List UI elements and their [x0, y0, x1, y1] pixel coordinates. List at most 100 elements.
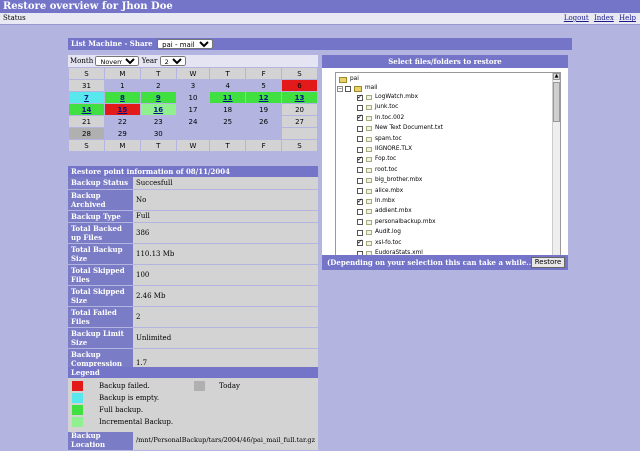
file-checkbox[interactable] — [357, 113, 363, 122]
file-label: Audit.log — [375, 229, 401, 236]
file-item[interactable]: New Text Document.txt — [357, 124, 443, 133]
file-icon — [366, 219, 372, 225]
file-icon — [366, 230, 372, 236]
file-checkbox[interactable] — [357, 197, 363, 206]
calendar-day-link[interactable]: 13 — [295, 94, 305, 102]
calendar-day-link[interactable]: 12 — [259, 94, 269, 102]
year-select[interactable]: 2004 — [159, 56, 186, 66]
file-checkbox[interactable] — [357, 188, 363, 195]
info-value: Unlimited — [132, 327, 318, 349]
file-item[interactable]: personalbackup.mbx — [357, 218, 436, 227]
file-item[interactable]: root.toc — [357, 166, 397, 175]
file-item[interactable]: In.toc.002 — [357, 113, 404, 123]
calendar-day-link[interactable]: 16 — [153, 106, 163, 114]
calendar-day: 4 — [210, 80, 246, 91]
file-checkbox[interactable] — [357, 177, 363, 184]
restore-hint: (Depending on your selection this can ta… — [327, 258, 537, 267]
calendar-day-header: W — [176, 68, 210, 79]
calendar-day[interactable]: 7 — [69, 92, 104, 103]
file-checkbox[interactable] — [357, 208, 363, 215]
calendar-day: 18 — [210, 104, 246, 115]
calendar-day[interactable]: 13 — [282, 92, 317, 103]
file-item[interactable]: Junk.toc — [357, 103, 398, 112]
calendar-day: 17 — [176, 104, 210, 115]
file-checkbox[interactable] — [357, 238, 363, 247]
scroll-thumb[interactable] — [553, 82, 560, 122]
file-checkbox[interactable] — [357, 104, 363, 111]
legend-item-today: Today — [194, 381, 240, 391]
file-checkbox[interactable] — [357, 125, 363, 132]
legend-panel: Legend Backup failed. Backup is empty. F… — [68, 367, 318, 432]
calendar-day-link[interactable]: 14 — [82, 106, 92, 114]
file-checkbox[interactable] — [357, 155, 363, 164]
calendar-day: 22 — [104, 116, 140, 127]
file-label: Junk.toc — [375, 104, 399, 111]
info-key: Backup Limit Size — [68, 327, 133, 349]
info-key: Total Skipped Size — [68, 285, 133, 307]
file-icon — [366, 209, 372, 215]
calendar-day — [176, 128, 210, 139]
file-icon — [366, 105, 372, 111]
file-checkbox[interactable] — [357, 136, 363, 143]
file-item[interactable]: big_brother.mbx — [357, 176, 422, 185]
file-item[interactable]: spam.toc — [357, 135, 402, 144]
info-row: Backup Type Full — [68, 210, 318, 223]
file-item[interactable]: Fop.toc — [357, 155, 396, 164]
file-icon — [366, 199, 372, 204]
tree-root-label: pai — [350, 76, 359, 82]
calendar-day: 24 — [176, 116, 210, 127]
machine-share-select[interactable]: pai - mail — [157, 39, 214, 49]
tree-scrollbar[interactable]: ▲ ▼ — [552, 73, 560, 262]
list-machine-label: List Machine - Share — [71, 39, 153, 48]
tree-root[interactable]: pai — [339, 75, 359, 84]
help-link[interactable]: Help — [619, 14, 636, 22]
calendar-day-link[interactable]: 8 — [120, 94, 125, 102]
calendar-week-row: 21 22 23 24 25 26 27 — [69, 116, 317, 127]
file-icon — [366, 240, 372, 246]
info-key: Backup Type — [68, 210, 133, 223]
calendar-day-header: M — [104, 68, 140, 79]
file-label: big_brother.mbx — [375, 177, 423, 184]
file-item[interactable]: LogWatch.mbx — [357, 93, 418, 102]
file-item[interactable]: In.mbx — [357, 197, 395, 206]
legend-swatch-failed — [72, 381, 83, 391]
month-select[interactable]: November — [95, 56, 140, 66]
file-item[interactable]: IIGNORE.TLX — [357, 145, 412, 154]
file-label: In.mbx — [375, 198, 395, 204]
folder-checkbox[interactable] — [345, 85, 351, 92]
calendar-day-link[interactable]: 11 — [223, 94, 233, 102]
file-checkbox[interactable] — [357, 229, 363, 236]
index-link[interactable]: Index — [594, 14, 614, 22]
calendar-day[interactable]: 11 — [210, 92, 246, 103]
file-selector-panel: Select files/folders to restore pai − mai… — [322, 55, 568, 270]
file-item[interactable]: xsl-fo.toc — [357, 238, 402, 248]
info-row: Backup Archived No — [68, 189, 318, 211]
file-checkbox[interactable] — [357, 146, 363, 153]
calendar-day[interactable]: 12 — [246, 92, 282, 103]
calendar-day-link[interactable]: 15 — [118, 106, 128, 114]
file-checkbox[interactable] — [357, 219, 363, 226]
info-row: Total Skipped Size 2.46 Mb — [68, 285, 318, 307]
file-checkbox[interactable] — [357, 93, 363, 102]
status-bar: Status Logout Index Help — [0, 13, 640, 25]
calendar-day[interactable]: 16 — [140, 104, 176, 115]
calendar-day: 31 — [69, 80, 104, 91]
calendar-day-link[interactable]: 7 — [84, 94, 89, 102]
file-item[interactable]: addient.mbx — [357, 207, 412, 216]
collapse-icon[interactable]: − — [337, 85, 343, 92]
calendar-day-link[interactable]: 9 — [156, 94, 161, 102]
logout-link[interactable]: Logout — [564, 14, 589, 22]
calendar-day[interactable]: 9 — [140, 92, 176, 103]
legend-item-empty: Backup is empty. — [72, 393, 159, 403]
calendar-day[interactable]: 8 — [104, 92, 140, 103]
file-item[interactable]: Audit.log — [357, 228, 401, 237]
calendar-day — [282, 128, 317, 139]
file-checkbox[interactable] — [357, 167, 363, 174]
file-item[interactable]: alice.mbx — [357, 187, 403, 196]
file-tree[interactable]: pai − mail LogWatch.mbx Junk.toc In.toc.002… — [335, 72, 561, 263]
calendar-day[interactable]: 15 — [104, 104, 140, 115]
restore-button[interactable]: Restore — [531, 257, 565, 268]
scroll-up-icon[interactable]: ▲ — [553, 73, 560, 80]
calendar-day[interactable]: 14 — [69, 104, 104, 115]
file-icon — [366, 115, 372, 121]
